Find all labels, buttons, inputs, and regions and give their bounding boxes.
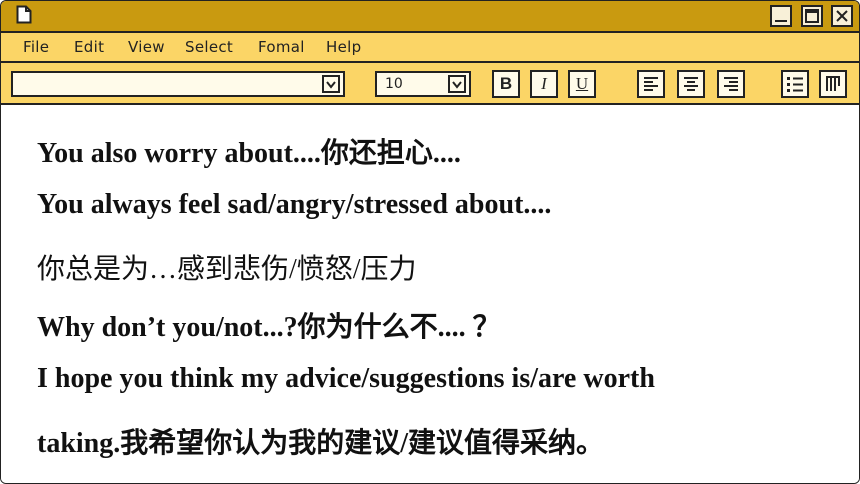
minimize-button[interactable]: [770, 5, 792, 27]
title-bar[interactable]: [1, 1, 859, 33]
columns-button[interactable]: [819, 70, 847, 98]
menu-bar: File Edit View Select Fomal Help: [1, 33, 859, 63]
chevron-down-icon[interactable]: [448, 75, 466, 93]
maximize-button[interactable]: [801, 5, 823, 27]
menu-help[interactable]: Help: [326, 38, 361, 56]
bold-label: B: [499, 74, 513, 93]
document-body[interactable]: You also worry about....你还担心.... You alw…: [1, 105, 859, 483]
bullet-list-icon: [787, 77, 803, 92]
align-center-button[interactable]: [677, 70, 705, 98]
maximize-icon: [805, 9, 819, 23]
columns-icon: [826, 76, 840, 91]
font-size-value: 10: [385, 76, 403, 92]
text-line: I hope you think my advice/suggestions i…: [37, 363, 655, 394]
close-button[interactable]: [831, 5, 853, 27]
text-line: taking.我希望你认为我的建议/建议值得采纳。: [37, 428, 605, 459]
align-right-button[interactable]: [717, 70, 745, 98]
italic-button[interactable]: I: [530, 70, 558, 98]
document-icon: [16, 5, 32, 24]
text-line: You also worry about....你还担心....: [37, 138, 461, 169]
menu-select[interactable]: Select: [185, 38, 233, 56]
underline-button[interactable]: U: [568, 70, 596, 98]
text-line: Why don’t you/not...?你为什么不.... ？: [37, 312, 501, 343]
bold-button[interactable]: B: [492, 70, 520, 98]
align-center-icon: [684, 77, 698, 91]
align-right-icon: [724, 77, 738, 91]
italic-label: I: [541, 74, 547, 93]
menu-format[interactable]: Fomal: [258, 38, 305, 56]
align-left-icon: [644, 77, 658, 91]
menu-file[interactable]: File: [23, 38, 49, 56]
minimize-icon: [775, 20, 787, 22]
menu-edit[interactable]: Edit: [74, 38, 104, 56]
format-toolbar: 10 B I U: [1, 63, 859, 105]
text-line: 你总是为…感到悲伤/愤怒/压力: [37, 254, 417, 285]
menu-view[interactable]: View: [128, 38, 165, 56]
bullet-list-button[interactable]: [781, 70, 809, 98]
app-window: File Edit View Select Fomal Help 10 B I …: [0, 0, 860, 484]
font-family-select[interactable]: [11, 71, 345, 97]
chevron-down-icon[interactable]: [322, 75, 340, 93]
align-left-button[interactable]: [637, 70, 665, 98]
text-line: You always feel sad/angry/stressed about…: [37, 189, 552, 220]
font-size-select[interactable]: 10: [375, 71, 471, 97]
underline-label: U: [575, 74, 589, 93]
close-icon: [836, 10, 848, 22]
